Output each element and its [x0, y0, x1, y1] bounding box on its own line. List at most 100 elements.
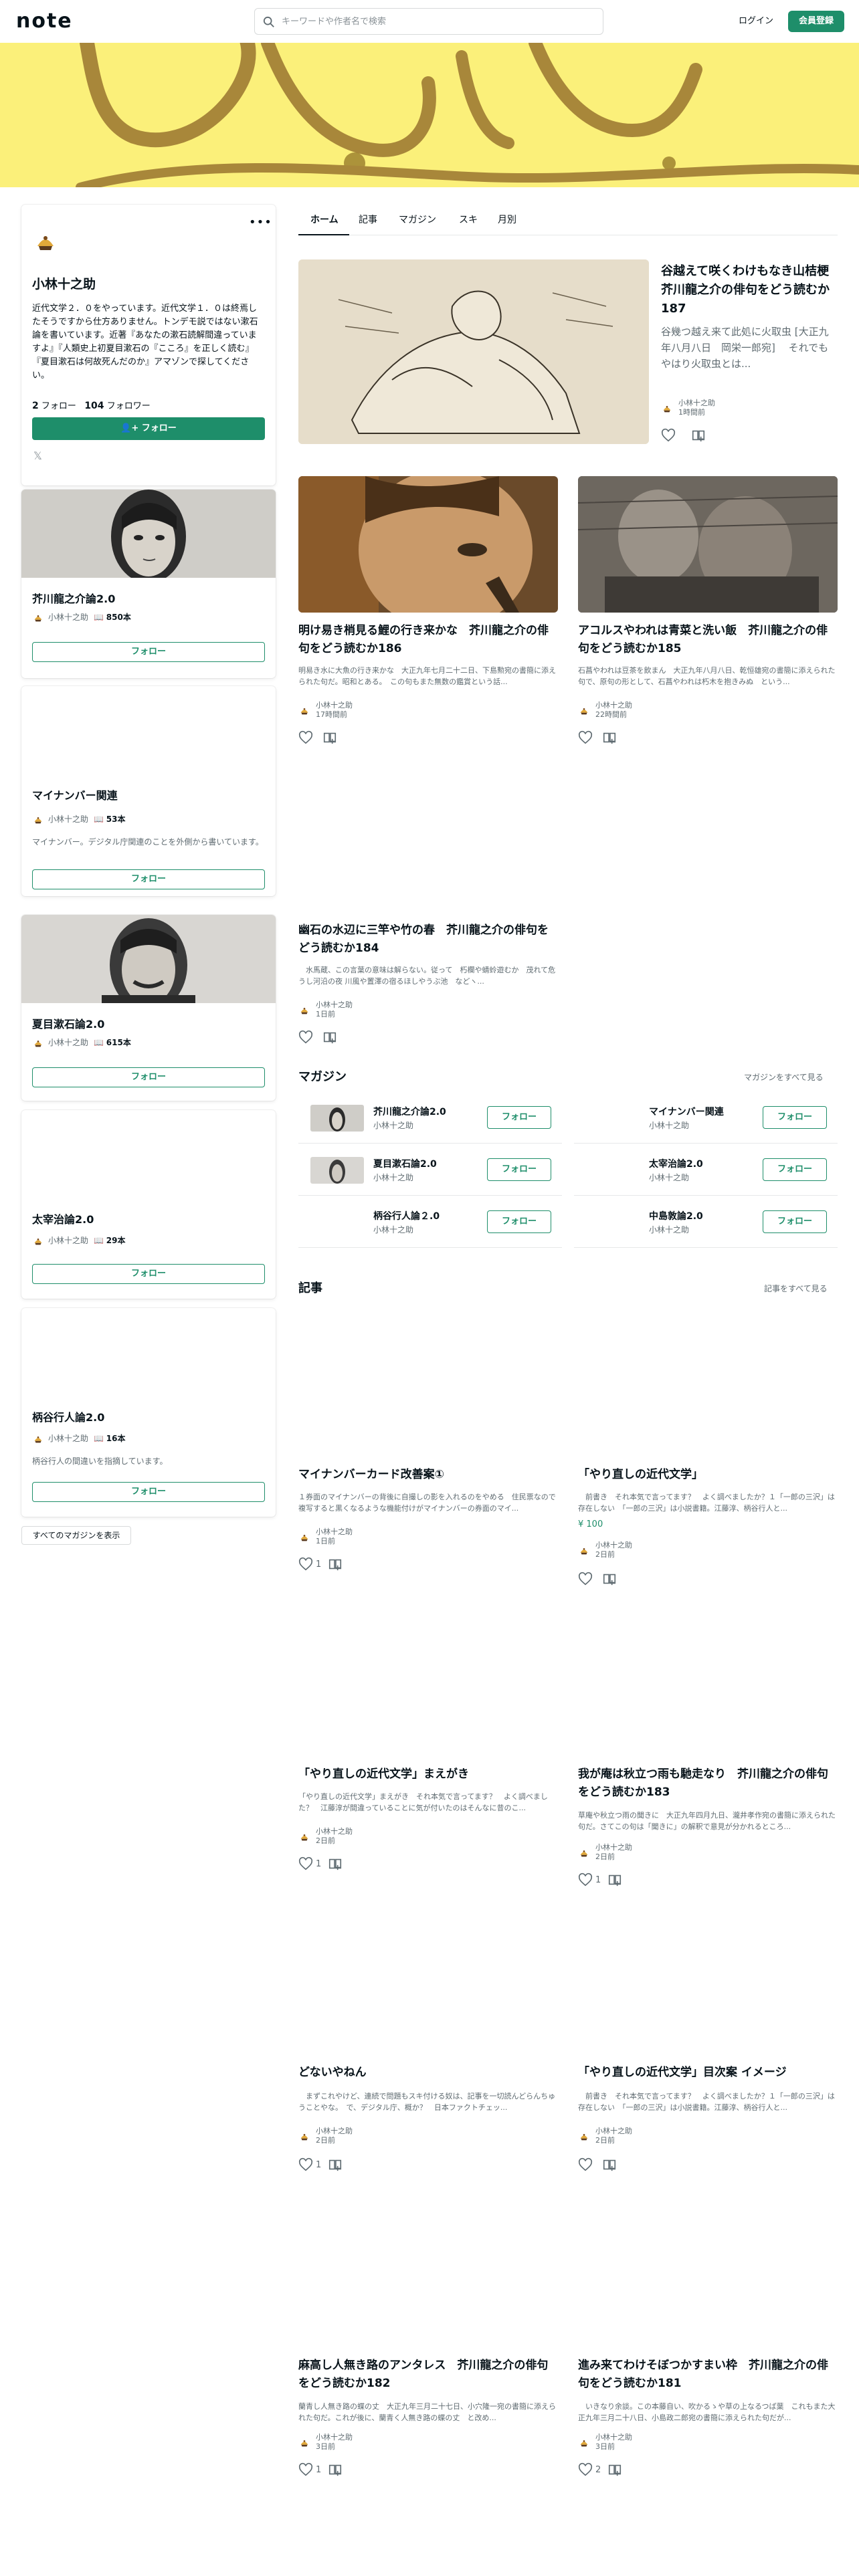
magazine-follow-button[interactable]: フォロー [487, 1158, 551, 1181]
search-input[interactable] [282, 9, 596, 34]
following-count[interactable]: 2 [32, 401, 39, 411]
magazine-title[interactable]: 芥川龍之介論2.0 [32, 590, 115, 606]
add-to-magazine-icon[interactable] [322, 1030, 337, 1045]
magazine-title[interactable]: 夏目漱石論2.0 [32, 1015, 104, 1031]
tab-monthly[interactable]: 月別 [498, 213, 516, 226]
signup-button[interactable]: 会員登録 [788, 11, 844, 32]
featured-article-thumbnail[interactable] [298, 259, 649, 444]
article-title[interactable]: 我が庵は秋立つ雨も馳走なり 芥川龍之介の俳句をどう読むか183 [578, 1765, 838, 1802]
tab-home[interactable]: ホーム [310, 213, 339, 226]
note-logo[interactable]: note [16, 9, 73, 33]
sidebar-magazine-card[interactable]: マイナンバー関連 小林十之助 📖 53本 マイナンバー。デジタル庁関連のことを外側… [21, 686, 276, 896]
add-to-magazine-icon[interactable] [328, 2157, 343, 2172]
show-all-magazines-button[interactable]: すべてのマガジンを表示 [21, 1526, 131, 1545]
magazine-follow-button[interactable]: フォロー [32, 1482, 265, 1502]
see-all-magazines-link[interactable]: マガジンをすべて見る [744, 1071, 824, 1083]
magazine-list-item[interactable]: マイナンバー関連 小林十之助 フォロー [574, 1091, 838, 1144]
heart-icon[interactable] [578, 2157, 593, 2172]
magazine-title[interactable]: マイナンバー関連 [32, 786, 118, 802]
article-author[interactable]: 小林十之助 2日前 [298, 2127, 459, 2148]
following-label[interactable]: フォロー [41, 401, 76, 411]
article-thumbnail[interactable] [298, 476, 558, 613]
follow-author-button[interactable]: 👤+ フォロー [32, 417, 265, 440]
add-to-magazine-icon[interactable] [602, 2157, 617, 2172]
login-link[interactable]: ログイン [729, 12, 783, 31]
magazine-meta: 小林十之助 📖 615本 [32, 1037, 131, 1049]
magazine-follow-button[interactable]: フォロー [763, 1106, 827, 1129]
article-author[interactable]: 小林十之助 17時間前 [298, 701, 459, 722]
article-author[interactable]: 小林十之助 1日前 [298, 1000, 459, 1022]
article-title[interactable]: アコルスやわれは青菜と洗い飯 芥川龍之介の俳句をどう読むか185 [578, 622, 838, 658]
followers-label[interactable]: フォロワー [107, 401, 151, 411]
article-title[interactable]: マイナンバーカード改善案① [298, 1466, 558, 1484]
magazine-list-item[interactable]: 中島敦論2.0 小林十之助 フォロー [574, 1196, 838, 1248]
article-author[interactable]: 小林十之助 1日前 [298, 1527, 459, 1549]
heart-icon[interactable] [578, 1872, 593, 1887]
article-title[interactable]: 「やり直しの近代文学」まえがき [298, 1765, 558, 1784]
add-to-magazine-icon[interactable] [322, 730, 337, 745]
magazine-list-item[interactable]: 太宰治論2.0 小林十之助 フォロー [574, 1144, 838, 1196]
magazine-follow-button[interactable]: フォロー [487, 1210, 551, 1233]
article-title[interactable]: 幽石の水辺に三竿や竹の春 芥川龍之介の俳句をどう読むか184 [298, 922, 558, 958]
heart-icon[interactable] [578, 2462, 593, 2477]
article-title[interactable]: どないやねん [298, 2064, 558, 2082]
article-title[interactable]: 明け易き梢見る鯉の行き来かな 芥川龍之介の俳句をどう読むか186 [298, 622, 558, 658]
magazine-list-item[interactable]: 柄谷行人論２.0 小林十之助 フォロー [298, 1196, 562, 1248]
featured-author[interactable]: 小林十之助 1時間前 [661, 399, 822, 420]
magazine-list-item[interactable]: 夏目漱石論2.0 小林十之助 フォロー [298, 1144, 562, 1196]
featured-article-title[interactable]: 谷越えて咲くわけもなき山桔梗 芥川龍之介の俳句をどう読むか187 [661, 262, 841, 318]
article-title[interactable]: 「やり直しの近代文学」目次案 イメージ [578, 2064, 838, 2082]
magazine-follow-button[interactable]: フォロー [32, 642, 265, 662]
sidebar-magazine-card[interactable]: 芥川龍之介論2.0 小林十之助 📖 850本 フォロー [21, 490, 276, 678]
add-to-magazine-icon[interactable] [328, 1856, 343, 1871]
followers-count[interactable]: 104 [84, 401, 104, 411]
heart-icon[interactable] [298, 1557, 313, 1572]
article-author[interactable]: 小林十之助 2日前 [578, 1843, 739, 1864]
magazine-follow-button[interactable]: フォロー [32, 1067, 265, 1087]
article-thumbnail[interactable] [578, 476, 838, 613]
magazine-title[interactable]: 柄谷行人論2.0 [32, 1408, 104, 1424]
x-twitter-icon[interactable]: 𝕏 [33, 449, 42, 462]
magazine-follow-button[interactable]: フォロー [32, 869, 265, 889]
article-title[interactable]: 「やり直しの近代文学」 [578, 1466, 838, 1484]
heart-icon[interactable] [298, 1856, 313, 1871]
article-author[interactable]: 小林十之助 3日前 [298, 2433, 459, 2454]
magazine-list-item[interactable]: 芥川龍之介論2.0 小林十之助 フォロー [298, 1091, 562, 1144]
heart-icon[interactable] [298, 730, 313, 745]
heart-icon[interactable] [298, 2157, 313, 2172]
author-avatar[interactable] [32, 229, 59, 255]
heart-icon[interactable] [298, 1030, 313, 1045]
more-menu-icon[interactable]: ••• [249, 215, 272, 229]
article-title[interactable]: 進み来てわけそぼつかすまい枠 芥川龍之介の俳句をどう読むか181 [578, 2357, 838, 2393]
sidebar-magazine-card[interactable]: 太宰治論2.0 小林十之助 📖 29本 フォロー [21, 1110, 276, 1299]
tab-articles[interactable]: 記事 [359, 213, 377, 226]
add-to-magazine-icon[interactable] [328, 2462, 343, 2477]
article-title[interactable]: 麻高し人無き路のアンタレス 芥川龍之介の俳句をどう読むか182 [298, 2357, 558, 2393]
heart-icon[interactable] [578, 730, 593, 745]
add-to-magazine-icon[interactable] [602, 1572, 617, 1586]
add-to-magazine-icon[interactable] [607, 2462, 622, 2477]
sidebar-magazine-card[interactable]: 柄谷行人論2.0 小林十之助 📖 16本 柄谷行人の間違いを指摘しています。 フォ… [21, 1308, 276, 1517]
article-author[interactable]: 小林十之助 3日前 [578, 2433, 739, 2454]
magazine-title[interactable]: 太宰治論2.0 [32, 1210, 94, 1226]
magazine-follow-button[interactable]: フォロー [487, 1106, 551, 1129]
sidebar-magazine-card[interactable]: 夏目漱石論2.0 小林十之助 📖 615本 フォロー [21, 915, 276, 1101]
article-author[interactable]: 小林十之助 2日前 [578, 2127, 739, 2148]
see-all-articles-link[interactable]: 記事をすべて見る [764, 1283, 828, 1294]
add-to-magazine-icon[interactable] [328, 1557, 343, 1572]
search-box[interactable] [254, 8, 603, 35]
heart-icon[interactable] [298, 2462, 313, 2477]
article-author[interactable]: 小林十之助 22時間前 [578, 701, 739, 722]
heart-icon[interactable] [578, 1572, 593, 1586]
magazine-follow-button[interactable]: フォロー [32, 1264, 265, 1284]
add-to-magazine-icon[interactable] [602, 730, 617, 745]
magazine-follow-button[interactable]: フォロー [763, 1210, 827, 1233]
magazine-follow-button[interactable]: フォロー [763, 1158, 827, 1181]
article-author[interactable]: 小林十之助 2日前 [298, 1827, 459, 1848]
heart-icon[interactable] [661, 428, 676, 443]
add-to-magazine-icon[interactable] [607, 1872, 622, 1887]
tab-likes[interactable]: スキ [459, 213, 478, 226]
add-to-magazine-icon[interactable] [691, 428, 706, 443]
article-author[interactable]: 小林十之助 2日前 [578, 1541, 739, 1562]
tab-magazines[interactable]: マガジン [399, 213, 436, 226]
